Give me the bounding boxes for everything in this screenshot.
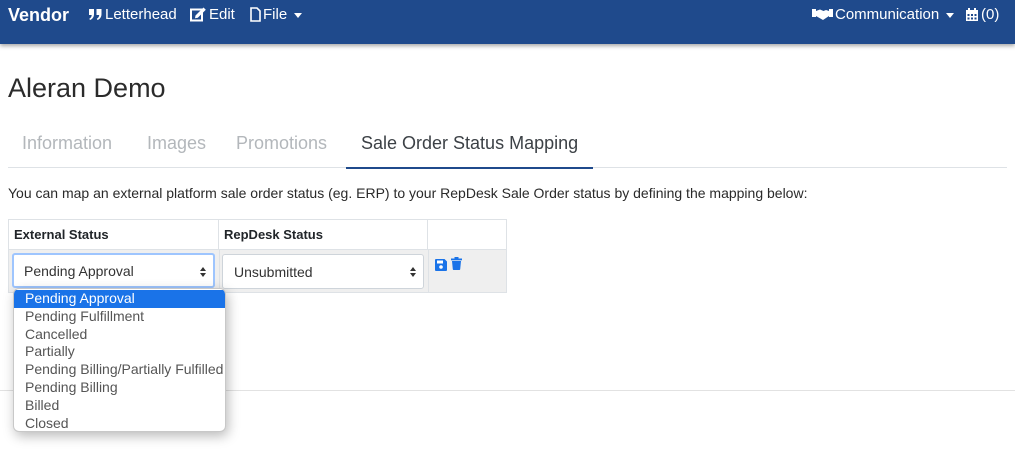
chevron-down-icon [294,12,303,18]
external-status-dropdown-list: Pending Approval Pending Fulfillment Can… [13,288,226,432]
column-divider [428,249,429,292]
file-menu[interactable]: File [250,6,303,23]
external-status-select[interactable]: Pending Approval [12,253,215,288]
letterhead-link[interactable]: Letterhead [88,6,177,23]
top-navbar: Vendor Letterhead Edit File Communicatio… [0,0,1015,44]
mapping-description: You can map an external platform sale or… [8,185,808,201]
select-arrows-icon [410,267,416,278]
repdesk-status-select[interactable]: Unsubmitted [222,254,424,289]
tab-bar: Information Images Promotions Sale Order… [8,122,1007,169]
quote-icon [89,9,102,20]
repdesk-status-value: Unsubmitted [234,264,313,280]
header-external-status: External Status [9,220,219,249]
dropdown-option[interactable]: Pending Fulfillment [14,308,225,326]
brand-link[interactable]: Vendor [8,5,69,26]
dropdown-option[interactable]: Pending Billing [14,379,225,397]
trash-icon[interactable] [451,257,462,275]
file-icon [250,7,261,22]
tab-information[interactable]: Information [22,122,112,168]
communication-label: Communication [835,6,940,23]
dropdown-option[interactable]: Partially [14,343,225,361]
cart-count: (0) [981,6,1000,23]
select-arrows-icon [200,267,206,278]
page-title: Aleran Demo [8,73,166,103]
save-icon[interactable] [435,258,447,276]
tab-promotions[interactable]: Promotions [236,122,327,168]
communication-menu[interactable]: Communication [812,6,955,23]
header-repdesk-status: RepDesk Status [219,220,428,249]
tab-images[interactable]: Images [147,122,206,168]
status-mapping-table: External Status RepDesk Status Pending A… [8,219,507,293]
column-divider [219,249,220,292]
chevron-down-icon [946,12,955,18]
external-status-value: Pending Approval [24,263,134,279]
tab-sale-order-status-mapping[interactable]: Sale Order Status Mapping [346,122,594,169]
dropdown-option[interactable]: Billed [14,397,225,415]
file-label: File [263,6,288,23]
edit-label: Edit [209,6,235,23]
cart-link[interactable]: (0) [965,6,999,23]
header-actions [428,220,506,249]
handshake-icon [812,9,833,20]
edit-link[interactable]: Edit [190,6,235,23]
dropdown-option[interactable]: Closed [14,415,225,431]
edit-icon [190,7,206,22]
dropdown-option[interactable]: Cancelled [14,326,225,344]
dropdown-option[interactable]: Pending Billing/Partially Fulfilled [14,361,225,379]
dropdown-option[interactable]: Pending Approval [14,290,225,308]
calendar-icon [966,7,978,21]
letterhead-label: Letterhead [105,6,177,23]
